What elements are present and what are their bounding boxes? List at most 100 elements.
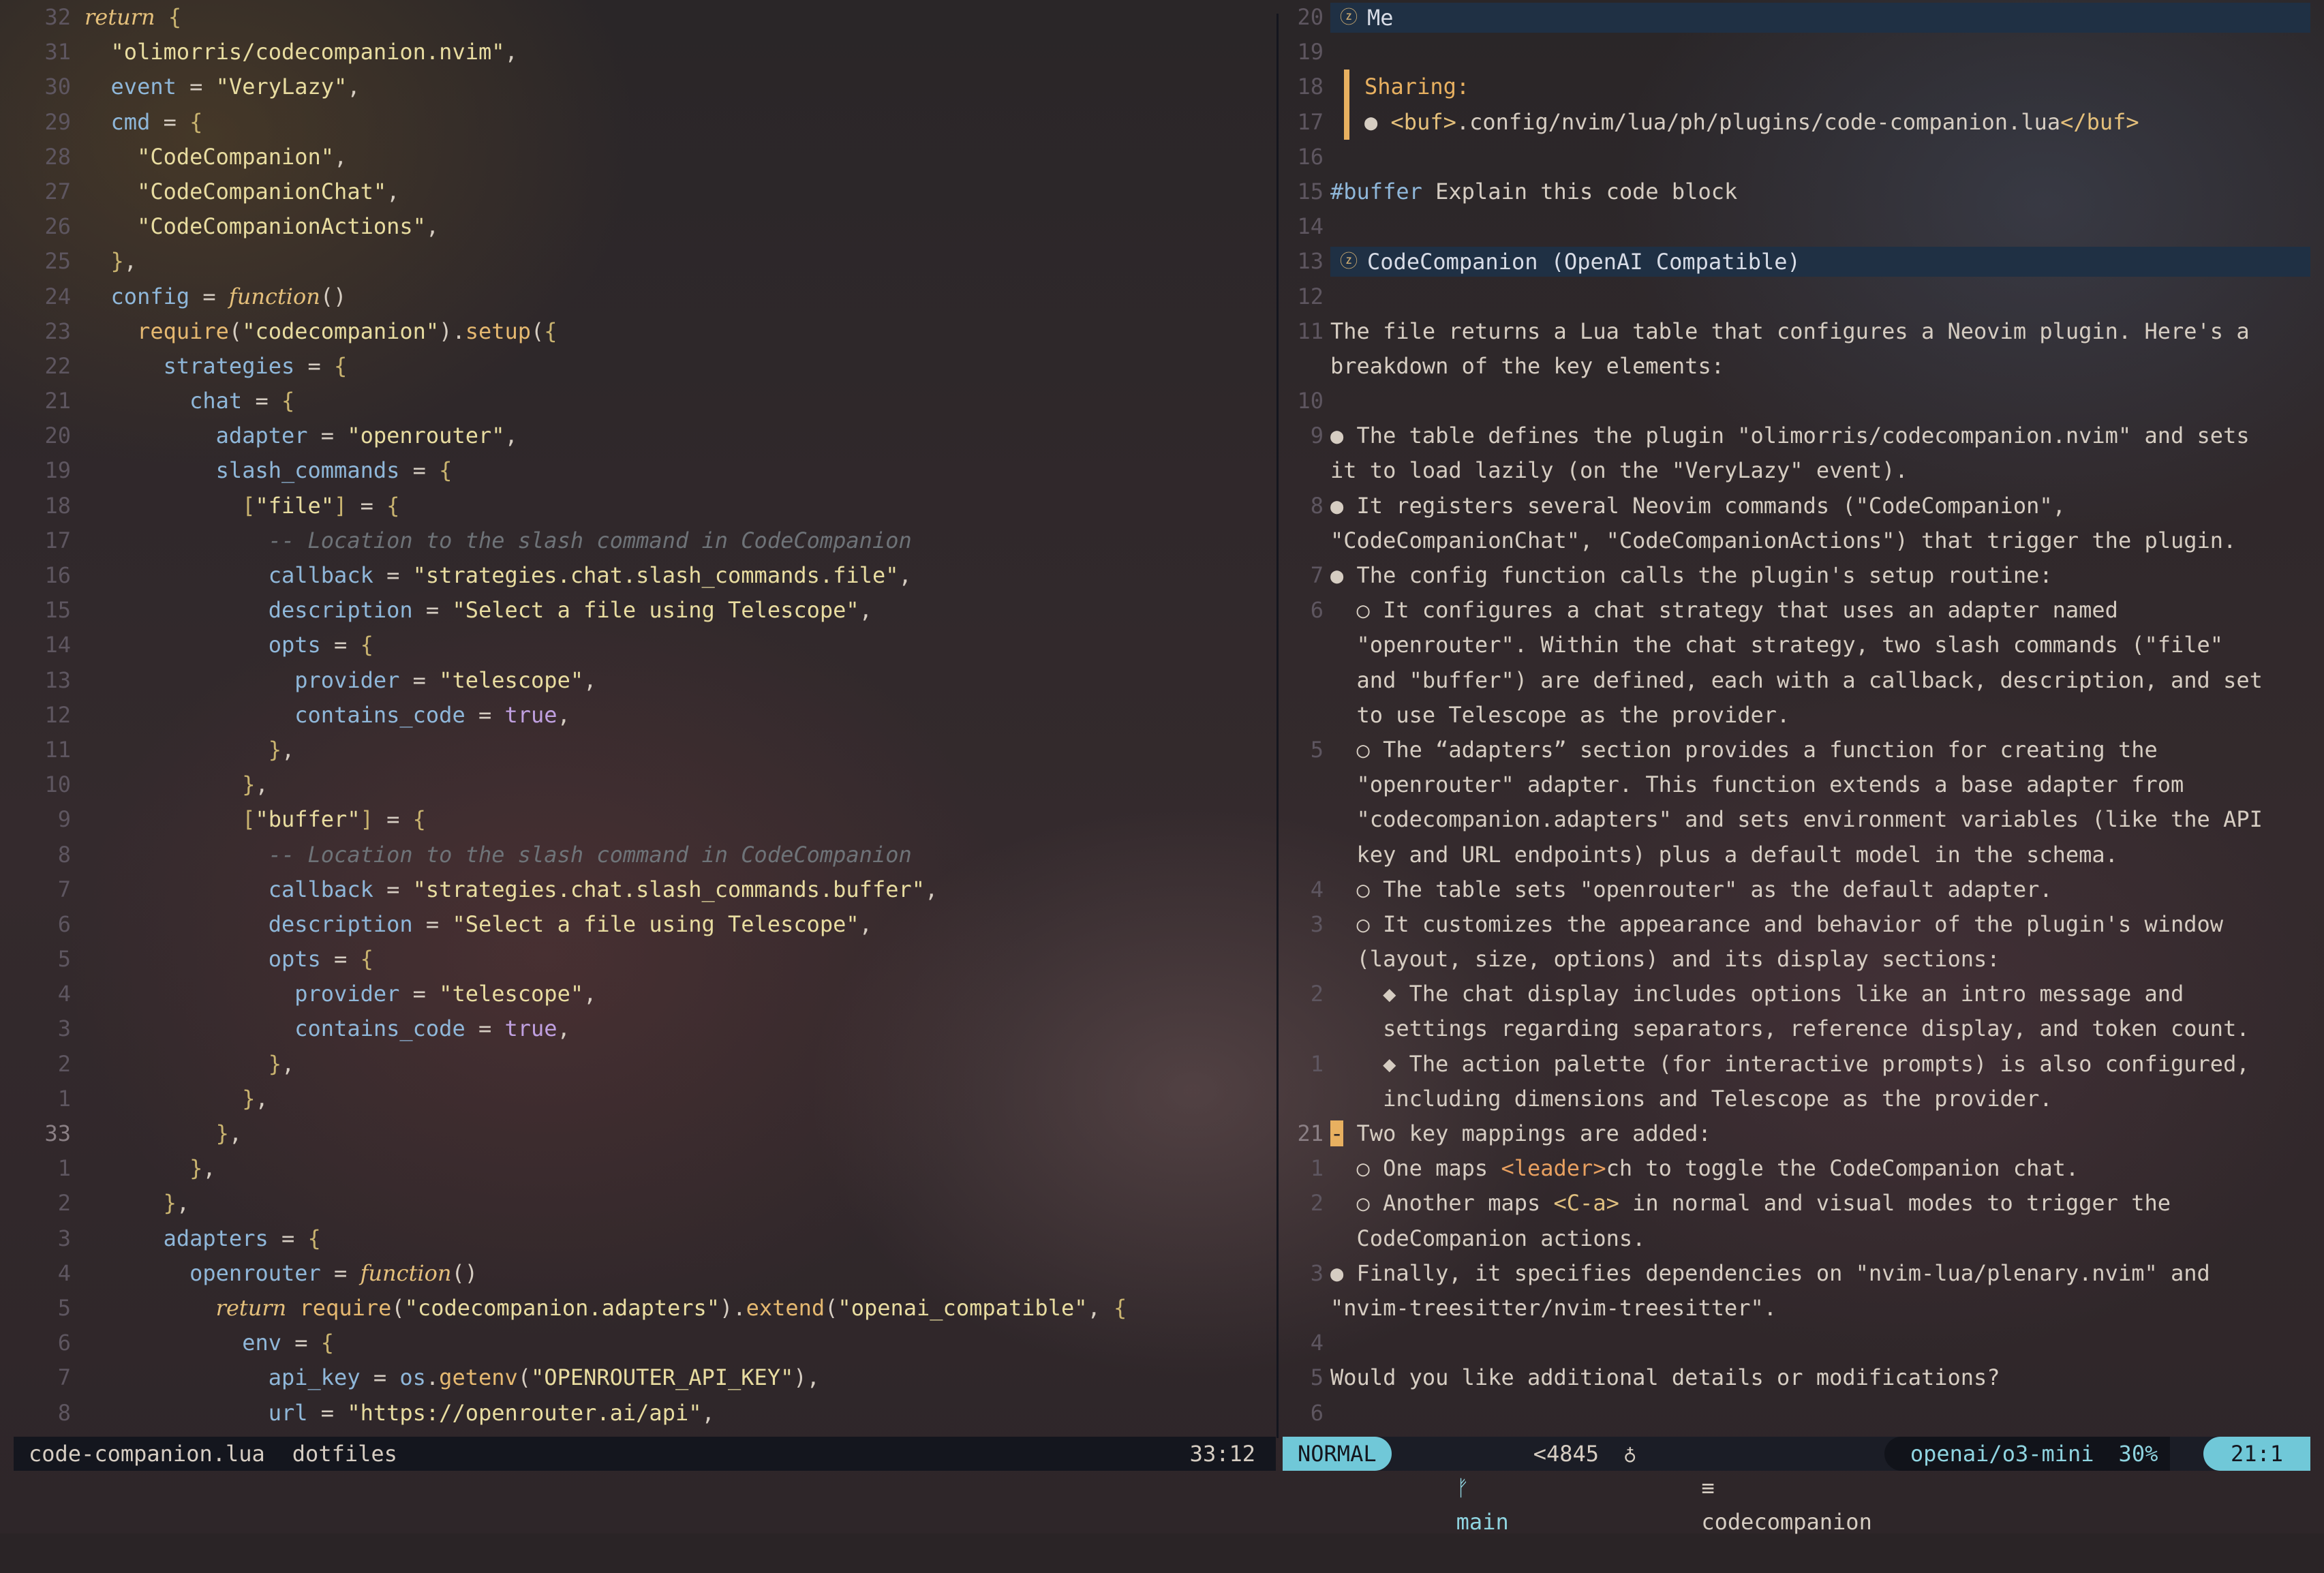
line-number: 27 — [44, 178, 71, 204]
code-line[interactable]: 2 }, — [14, 1047, 1276, 1082]
code-token: strategies — [163, 352, 295, 379]
code-token: contains_code — [294, 1015, 465, 1042]
code-line[interactable]: 4 openrouter = function() — [14, 1256, 1276, 1291]
role-icon: ⓩ — [1340, 251, 1358, 272]
code-token: require — [137, 318, 229, 344]
code-token: , — [557, 701, 570, 728]
code-line[interactable]: 21 chat = { — [14, 384, 1276, 418]
code-line[interactable]: 13 provider = "telescope", — [14, 663, 1276, 698]
code-line[interactable]: 6 description = "Select a file using Tel… — [14, 907, 1276, 942]
code-line[interactable]: 29 cmd = { — [14, 105, 1276, 140]
keymap-ctrl-a: <C-a> — [1553, 1190, 1619, 1217]
line-number: 1 — [1310, 1050, 1324, 1077]
chat-text: ○ One maps <leader>ch to toggle the Code… — [1330, 1151, 2079, 1186]
code-token: , — [176, 1190, 190, 1217]
code-text: opts = { — [85, 942, 373, 977]
sharing-label: Sharing: — [1344, 70, 1469, 105]
code-line[interactable]: 7 api_key = os.getenv("OPENROUTER_API_KE… — [14, 1360, 1276, 1395]
code-editor-pane[interactable]: 32 return {31 "olimorris/codecompanion.nv… — [14, 0, 1276, 1438]
code-token: , — [583, 981, 597, 1007]
code-line[interactable]: 15 description = "Select a file using Te… — [14, 593, 1276, 628]
code-line[interactable]: 10 }, — [14, 767, 1276, 802]
line-number: 9 — [57, 806, 71, 833]
code-line[interactable]: 28 "CodeCompanion", — [14, 140, 1276, 174]
code-line[interactable]: 7 callback = "strategies.chat.slash_comm… — [14, 872, 1276, 907]
code-token: opts — [268, 946, 321, 973]
code-token: { — [386, 492, 400, 519]
code-line[interactable]: 18 ["file"] = { — [14, 489, 1276, 523]
code-line[interactable]: 24 config = function() — [14, 279, 1276, 314]
code-line[interactable]: 3 adapters = { — [14, 1221, 1276, 1256]
code-text: provider = "telescope", — [85, 977, 596, 1011]
code-line[interactable]: 27 "CodeCompanionChat", — [14, 174, 1276, 209]
code-token: "file" — [255, 492, 335, 519]
chat-text: ◆ The action palette (for interactive pr… — [1330, 1050, 2250, 1077]
code-line[interactable]: 5 return require("codecompanion.adapters… — [14, 1291, 1276, 1326]
code-text: url = "https://openrouter.ai/api", — [85, 1396, 715, 1431]
code-token: chat — [189, 388, 243, 414]
code-line[interactable]: 11 }, — [14, 733, 1276, 767]
code-token: "openai_compatible" — [838, 1294, 1088, 1321]
code-token: config — [110, 283, 190, 309]
code-line[interactable]: 1 }, — [14, 1151, 1276, 1186]
chat-pane[interactable]: 20 ⓩ Me 19 18 Sharing: 17 ● <buf>.config/nvim/l… — [1283, 0, 2310, 1438]
code-line[interactable]: 30 event = "VeryLazy", — [14, 70, 1276, 104]
code-line[interactable]: 1 }, — [14, 1082, 1276, 1116]
code-line[interactable]: 8 url = "https://openrouter.ai/api", — [14, 1396, 1276, 1431]
code-token: "telescope" — [439, 667, 584, 693]
line-number: 3 — [1310, 911, 1324, 937]
message-text: ○ Another maps — [1330, 1190, 1554, 1217]
code-token: "OPENROUTER_API_KEY" — [531, 1364, 794, 1391]
code-line[interactable]: 14 opts = { — [14, 628, 1276, 662]
code-text: -- Location to the slash command in Code… — [85, 523, 912, 558]
code-line[interactable]: 32 return { — [14, 0, 1276, 35]
code-line[interactable]: 33 }, — [14, 1116, 1276, 1151]
line-number: 18 — [44, 492, 71, 519]
shared-buffer[interactable]: ● <buf>.config/nvim/lua/ph/plugins/code-… — [1344, 104, 2139, 140]
code-line[interactable]: 3 contains_code = true, — [14, 1011, 1276, 1046]
code-line[interactable]: 5 opts = { — [14, 942, 1276, 977]
code-token: = — [399, 457, 440, 484]
code-line[interactable]: 9 ["buffer"] = { — [14, 802, 1276, 837]
code-text: return require("codecompanion.adapters")… — [85, 1291, 1127, 1326]
chat-line: CodeCompanion actions. — [1283, 1221, 2310, 1256]
code-line[interactable]: 16 callback = "strategies.chat.slash_com… — [14, 558, 1276, 593]
code-text: slash_commands = { — [85, 453, 453, 488]
chat-line: 14 — [1283, 209, 2310, 244]
message-text: Two key mappings are added: — [1343, 1120, 1711, 1146]
code-text: config = function() — [85, 279, 347, 314]
code-token: "VeryLazy" — [215, 74, 348, 100]
code-line[interactable]: 19 slash_commands = { — [14, 453, 1276, 488]
line-number: 6 — [57, 1330, 71, 1356]
code-token: = — [294, 352, 335, 379]
code-line[interactable]: 23 require("codecompanion").setup({ — [14, 314, 1276, 349]
code-line[interactable]: 4 provider = "telescope", — [14, 977, 1276, 1011]
code-line[interactable]: 31 "olimorris/codecompanion.nvim", — [14, 35, 1276, 70]
line-number: 5 — [57, 946, 71, 973]
code-line[interactable]: 26 "CodeCompanionActions", — [14, 209, 1276, 244]
model-name: openai/o3-mini — [1910, 1441, 2094, 1467]
code-line[interactable]: 25 }, — [14, 244, 1276, 279]
code-line[interactable]: 20 adapter = "openrouter", — [14, 418, 1276, 453]
code-line[interactable]: 12 contains_code = true, — [14, 698, 1276, 733]
code-token: , — [202, 1155, 216, 1182]
code-token: = — [242, 388, 281, 414]
code-text: description = "Select a file using Teles… — [85, 593, 872, 628]
code-line[interactable]: 17 -- Location to the slash command in C… — [14, 523, 1276, 558]
pane-divider[interactable] — [1276, 14, 1279, 1438]
line-number: 4 — [57, 1259, 71, 1286]
chat-text: (layout, size, options) and its display … — [1330, 946, 2000, 973]
code-line[interactable]: 6 env = { — [14, 1326, 1276, 1360]
code-line[interactable]: 22 strategies = { — [14, 349, 1276, 384]
chat-text: it to load lazily (on the "VeryLazy" eve… — [1330, 457, 1908, 484]
code-line[interactable]: 2 }, — [14, 1186, 1276, 1221]
code-line[interactable]: 8 -- Location to the slash command in Co… — [14, 838, 1276, 872]
code-text: "CodeCompanionActions", — [85, 209, 439, 244]
role-name: CodeCompanion (OpenAI Compatible) — [1367, 248, 1801, 275]
